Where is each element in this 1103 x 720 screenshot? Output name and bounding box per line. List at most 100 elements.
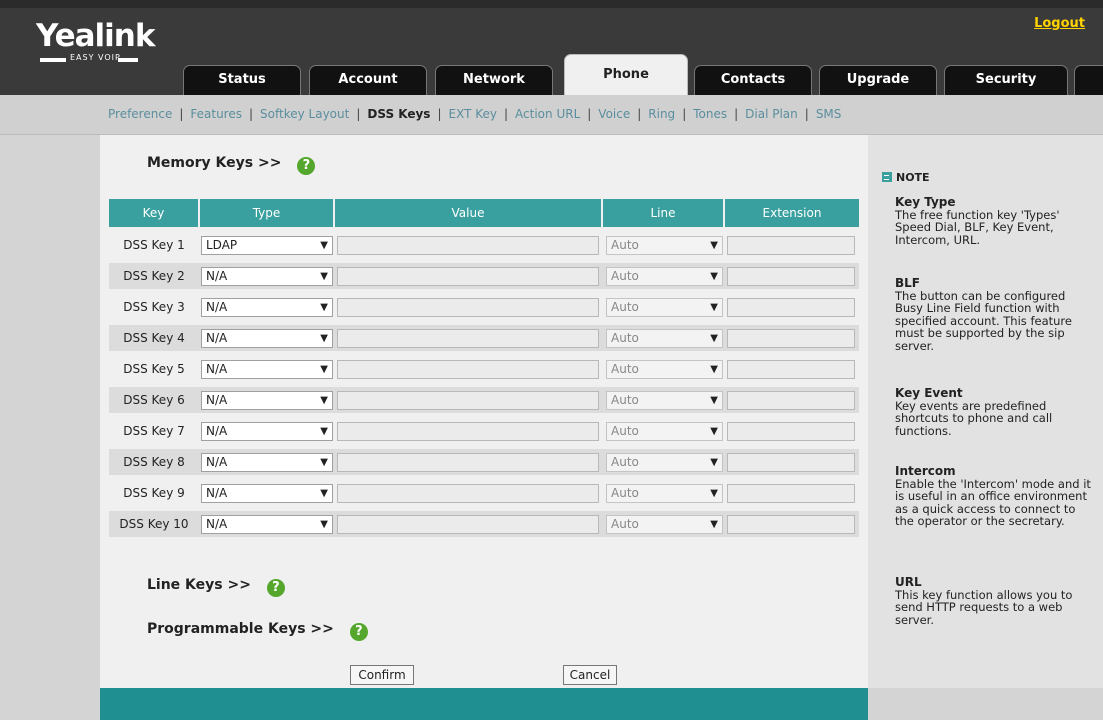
subnav-features[interactable]: Features (190, 107, 242, 121)
dss-key-label: DSS Key 4 (123, 331, 185, 345)
yealink-logo: Yealink (36, 18, 155, 54)
extension-input[interactable] (727, 422, 855, 441)
memory-keys-section-title[interactable]: Memory Keys >>? (147, 155, 316, 175)
type-select[interactable]: LDAP ▼ (201, 236, 333, 255)
subnav-separator: | (587, 107, 592, 121)
line-keys-title-text: Line Keys >> (147, 577, 251, 593)
extension-input[interactable] (727, 484, 855, 503)
type-select[interactable]: N/A ▼ (201, 484, 333, 503)
tab-upgrade[interactable]: Upgrade (819, 65, 937, 95)
subnav-separator: | (682, 107, 687, 121)
value-input[interactable] (337, 360, 599, 379)
value-input[interactable] (337, 267, 599, 286)
value-input[interactable] (337, 236, 599, 255)
extension-input[interactable] (727, 267, 855, 286)
line-select[interactable]: Auto ▼ (606, 391, 723, 410)
note-key-type: Key Type The free function key 'Types' S… (895, 196, 1095, 246)
line-select[interactable]: Auto ▼ (606, 484, 723, 503)
extension-input[interactable] (727, 453, 855, 472)
tab-security[interactable]: Security (944, 65, 1068, 95)
type-select-value: N/A (206, 362, 228, 376)
line-select[interactable]: Auto ▼ (606, 298, 723, 317)
subnav-softkey-layout[interactable]: Softkey Layout (260, 107, 349, 121)
logo-tagline-text: EASY VOIP (70, 53, 121, 62)
footer-bar (100, 688, 868, 720)
dss-key-label: DSS Key 7 (123, 424, 185, 438)
tab-contacts[interactable]: Contacts (694, 65, 812, 95)
dropdown-arrow-icon: ▼ (320, 395, 328, 406)
type-select[interactable]: N/A ▼ (201, 453, 333, 472)
type-select[interactable]: N/A ▼ (201, 267, 333, 286)
subnav-sms[interactable]: SMS (816, 107, 842, 121)
cancel-button[interactable]: Cancel (563, 665, 617, 685)
extension-input[interactable] (727, 515, 855, 534)
logout-link[interactable]: Logout (1034, 16, 1085, 31)
value-input[interactable] (337, 422, 599, 441)
tab-status[interactable]: Status (183, 65, 301, 95)
dropdown-arrow-icon: ▼ (710, 519, 718, 530)
subnav-voice[interactable]: Voice (598, 107, 630, 121)
note-url: URL This key function allows you to send… (895, 576, 1095, 626)
tab-overflow[interactable] (1074, 65, 1103, 95)
note-blf: BLF The button can be configured Busy Li… (895, 277, 1095, 352)
line-select-value: Auto (611, 455, 639, 469)
tab-network[interactable]: Network (435, 65, 553, 95)
value-input[interactable] (337, 484, 599, 503)
table-row: DSS Key 3 N/A ▼ Auto ▼ (109, 294, 859, 320)
line-keys-section-title[interactable]: Line Keys >>? (147, 577, 285, 597)
subnav-ring[interactable]: Ring (648, 107, 675, 121)
type-select[interactable]: N/A ▼ (201, 391, 333, 410)
line-select[interactable]: Auto ▼ (606, 329, 723, 348)
tab-account[interactable]: Account (309, 65, 427, 95)
extension-input[interactable] (727, 360, 855, 379)
extension-input[interactable] (727, 298, 855, 317)
type-select[interactable]: N/A ▼ (201, 515, 333, 534)
type-select-value: N/A (206, 517, 228, 531)
subnav-separator: | (637, 107, 642, 121)
value-input[interactable] (337, 298, 599, 317)
type-select[interactable]: N/A ▼ (201, 360, 333, 379)
value-input[interactable] (337, 391, 599, 410)
subnav-separator: | (504, 107, 509, 121)
help-icon[interactable]: ? (297, 157, 316, 175)
subnav-dss-keys[interactable]: DSS Keys (367, 107, 430, 121)
subnav-tones[interactable]: Tones (693, 107, 727, 121)
note-panel: NOTE Key Type The free function key 'Typ… (868, 135, 1103, 688)
line-select[interactable]: Auto ▼ (606, 267, 723, 286)
extension-input[interactable] (727, 329, 855, 348)
value-input[interactable] (337, 515, 599, 534)
confirm-button[interactable]: Confirm (350, 665, 414, 685)
type-select-value: N/A (206, 424, 228, 438)
line-select[interactable]: Auto ▼ (606, 515, 723, 534)
help-icon[interactable]: ? (266, 579, 285, 597)
line-select-value: Auto (611, 362, 639, 376)
extension-input[interactable] (727, 391, 855, 410)
note-key-event: Key Event Key events are predefined shor… (895, 387, 1095, 437)
dropdown-arrow-icon: ▼ (710, 426, 718, 437)
value-input[interactable] (337, 329, 599, 348)
type-select[interactable]: N/A ▼ (201, 422, 333, 441)
line-select-value: Auto (611, 331, 639, 345)
programmable-keys-section-title[interactable]: Programmable Keys >>? (147, 621, 368, 641)
header-line: Line (603, 199, 723, 227)
table-row: DSS Key 10 N/A ▼ Auto ▼ (109, 511, 859, 537)
help-icon[interactable]: ? (349, 623, 368, 641)
dropdown-arrow-icon: ▼ (710, 488, 718, 499)
subnav-action-url[interactable]: Action URL (515, 107, 580, 121)
type-select[interactable]: N/A ▼ (201, 329, 333, 348)
tab-phone[interactable]: Phone (564, 54, 688, 95)
subnav-dial-plan[interactable]: Dial Plan (745, 107, 798, 121)
dss-key-label: DSS Key 2 (123, 269, 185, 283)
line-select[interactable]: Auto ▼ (606, 453, 723, 472)
value-input[interactable] (337, 453, 599, 472)
table-row: DSS Key 7 N/A ▼ Auto ▼ (109, 418, 859, 444)
line-select[interactable]: Auto ▼ (606, 236, 723, 255)
extension-input[interactable] (727, 236, 855, 255)
subnav-ext-key[interactable]: EXT Key (449, 107, 498, 121)
type-select-value: N/A (206, 331, 228, 345)
subnav-preference[interactable]: Preference (108, 107, 172, 121)
type-select[interactable]: N/A ▼ (201, 298, 333, 317)
line-select[interactable]: Auto ▼ (606, 422, 723, 441)
line-select[interactable]: Auto ▼ (606, 360, 723, 379)
dropdown-arrow-icon: ▼ (320, 488, 328, 499)
